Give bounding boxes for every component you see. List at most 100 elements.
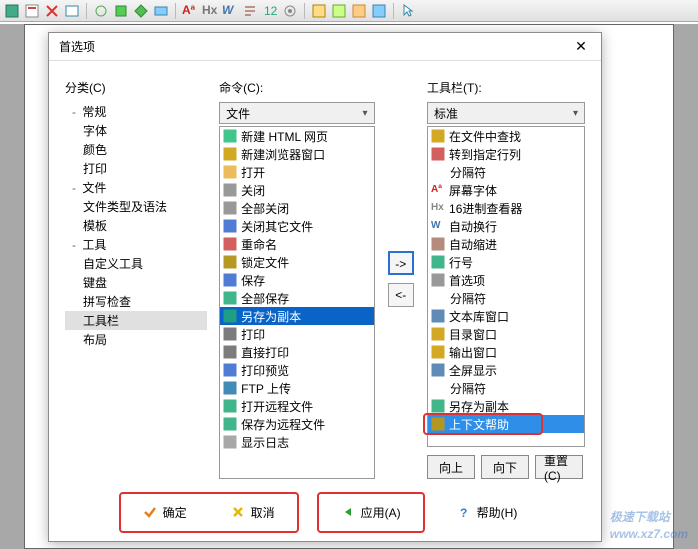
list-item[interactable]: W自动换行: [428, 217, 584, 235]
question-icon: ?: [457, 505, 471, 519]
list-item[interactable]: 输出窗口: [428, 343, 584, 361]
list-item[interactable]: 新建 HTML 网页: [220, 127, 373, 145]
category-column: 分类(C) - 常规字体颜色打印- 文件文件类型及语法模板- 工具自定义工具键盘…: [65, 79, 207, 479]
list-item[interactable]: 分隔符: [428, 163, 584, 181]
tree-node[interactable]: 自定义工具: [65, 254, 207, 273]
list-item[interactable]: 分隔符: [428, 379, 584, 397]
category-tree[interactable]: - 常规字体颜色打印- 文件文件类型及语法模板- 工具自定义工具键盘拼写检查工具…: [65, 102, 207, 349]
dialog-title: 首选项: [59, 38, 95, 55]
list-item[interactable]: Aª屏幕字体: [428, 181, 584, 199]
tool-icon[interactable]: [133, 3, 149, 19]
tool-icon[interactable]: [242, 3, 258, 19]
tool-icon[interactable]: [311, 3, 327, 19]
list-item[interactable]: Hx16进制查看器: [428, 199, 584, 217]
tool-icon[interactable]: [153, 3, 169, 19]
list-item[interactable]: 全部保存: [220, 289, 373, 307]
list-item[interactable]: 关闭其它文件: [220, 217, 373, 235]
ok-button[interactable]: 确定: [129, 498, 201, 527]
list-item[interactable]: 新建浏览器窗口: [220, 145, 373, 163]
list-item[interactable]: 转到指定行列: [428, 145, 584, 163]
tool-icon[interactable]: [24, 3, 40, 19]
list-item[interactable]: 全屏显示: [428, 361, 584, 379]
list-item[interactable]: 分隔符: [428, 289, 584, 307]
apply-button[interactable]: 应用(A): [327, 498, 415, 527]
chevron-down-icon: ▾: [363, 108, 368, 119]
tree-node[interactable]: - 文件: [65, 178, 207, 197]
ok-label: 确定: [163, 504, 187, 521]
apply-label: 应用(A): [361, 504, 401, 521]
gear-icon[interactable]: [282, 3, 298, 19]
tree-node[interactable]: - 常规: [65, 102, 207, 121]
commands-list[interactable]: 新建 HTML 网页新建浏览器窗口打开关闭全部关闭关闭其它文件重命名锁定文件保存…: [219, 126, 374, 479]
list-item[interactable]: 打开: [220, 163, 373, 181]
list-item[interactable]: 打印预览: [220, 361, 373, 379]
list-item[interactable]: 另存为副本: [428, 397, 584, 415]
transfer-buttons: -> <-: [387, 79, 415, 479]
tree-node[interactable]: 颜色: [65, 140, 207, 159]
move-right-button[interactable]: ->: [388, 251, 414, 275]
tool-icon[interactable]: [351, 3, 367, 19]
dialog-footer: 确定 取消 应用(A) ? 帮助(H): [65, 491, 585, 533]
annotation-box: 确定 取消: [119, 492, 299, 533]
move-down-button[interactable]: 向下: [481, 455, 529, 479]
move-up-button[interactable]: 向上: [427, 455, 475, 479]
commands-column: 命令(C): 文件 ▾ 新建 HTML 网页新建浏览器窗口打开关闭全部关闭关闭其…: [219, 79, 374, 479]
cross-icon: [231, 505, 245, 519]
list-item[interactable]: 首选项: [428, 271, 584, 289]
category-label: 分类(C): [65, 79, 207, 96]
tree-node[interactable]: 文件类型及语法: [65, 197, 207, 216]
tree-node[interactable]: 打印: [65, 159, 207, 178]
close-button[interactable]: ✕: [565, 36, 597, 58]
annotation-box: 应用(A): [317, 492, 425, 533]
commands-combo[interactable]: 文件 ▾: [219, 102, 374, 124]
list-item[interactable]: 显示日志: [220, 433, 373, 451]
list-item[interactable]: 关闭: [220, 181, 373, 199]
hex-icon[interactable]: Hx: [202, 3, 218, 19]
tree-node[interactable]: 工具栏: [65, 311, 207, 330]
wrap-icon[interactable]: W: [222, 3, 238, 19]
tree-node[interactable]: 布局: [65, 330, 207, 349]
tool-icon[interactable]: [113, 3, 129, 19]
tree-node[interactable]: 字体: [65, 121, 207, 140]
list-item[interactable]: 目录窗口: [428, 325, 584, 343]
help-button[interactable]: ? 帮助(H): [443, 498, 532, 527]
commands-label: 命令(C):: [219, 79, 374, 96]
tree-node[interactable]: 键盘: [65, 273, 207, 292]
list-item[interactable]: 重命名: [220, 235, 373, 253]
reset-button[interactable]: 重置(C): [535, 455, 583, 479]
tool-icon[interactable]: 12: [262, 3, 278, 19]
chevron-down-icon: ▾: [573, 108, 578, 119]
tool-icon[interactable]: [93, 3, 109, 19]
list-item[interactable]: 行号: [428, 253, 584, 271]
list-item[interactable]: 在文件中查找: [428, 127, 584, 145]
list-item[interactable]: 直接打印: [220, 343, 373, 361]
toolbar-combo[interactable]: 标准 ▾: [427, 102, 585, 124]
tool-icon[interactable]: [64, 3, 80, 19]
list-item[interactable]: 全部关闭: [220, 199, 373, 217]
tool-icon[interactable]: [371, 3, 387, 19]
pointer-icon[interactable]: [400, 3, 416, 19]
list-item[interactable]: 锁定文件: [220, 253, 373, 271]
separator: [304, 3, 305, 19]
list-item[interactable]: 保存: [220, 271, 373, 289]
list-item[interactable]: 自动缩进: [428, 235, 584, 253]
list-item[interactable]: 打印: [220, 325, 373, 343]
toolbar-list[interactable]: 在文件中查找转到指定行列分隔符Aª屏幕字体Hx16进制查看器W自动换行自动缩进行…: [427, 126, 585, 447]
tree-node[interactable]: 模板: [65, 216, 207, 235]
move-left-button[interactable]: <-: [388, 283, 414, 307]
tree-node[interactable]: 拼写检查: [65, 292, 207, 311]
tool-icon[interactable]: [331, 3, 347, 19]
tool-icon[interactable]: [44, 3, 60, 19]
list-item[interactable]: FTP 上传: [220, 379, 373, 397]
list-item[interactable]: 保存为远程文件: [220, 415, 373, 433]
check-icon: [143, 505, 157, 519]
list-item[interactable]: 文本库窗口: [428, 307, 584, 325]
toolbar-order-buttons: 向上 向下 重置(C): [427, 455, 585, 479]
list-item[interactable]: 另存为副本: [220, 307, 373, 325]
font-icon[interactable]: Aª: [182, 3, 198, 19]
tool-icon[interactable]: [4, 3, 20, 19]
list-item[interactable]: 打开远程文件: [220, 397, 373, 415]
cancel-button[interactable]: 取消: [217, 498, 289, 527]
tree-node[interactable]: - 工具: [65, 235, 207, 254]
list-item[interactable]: 上下文帮助: [428, 415, 584, 433]
